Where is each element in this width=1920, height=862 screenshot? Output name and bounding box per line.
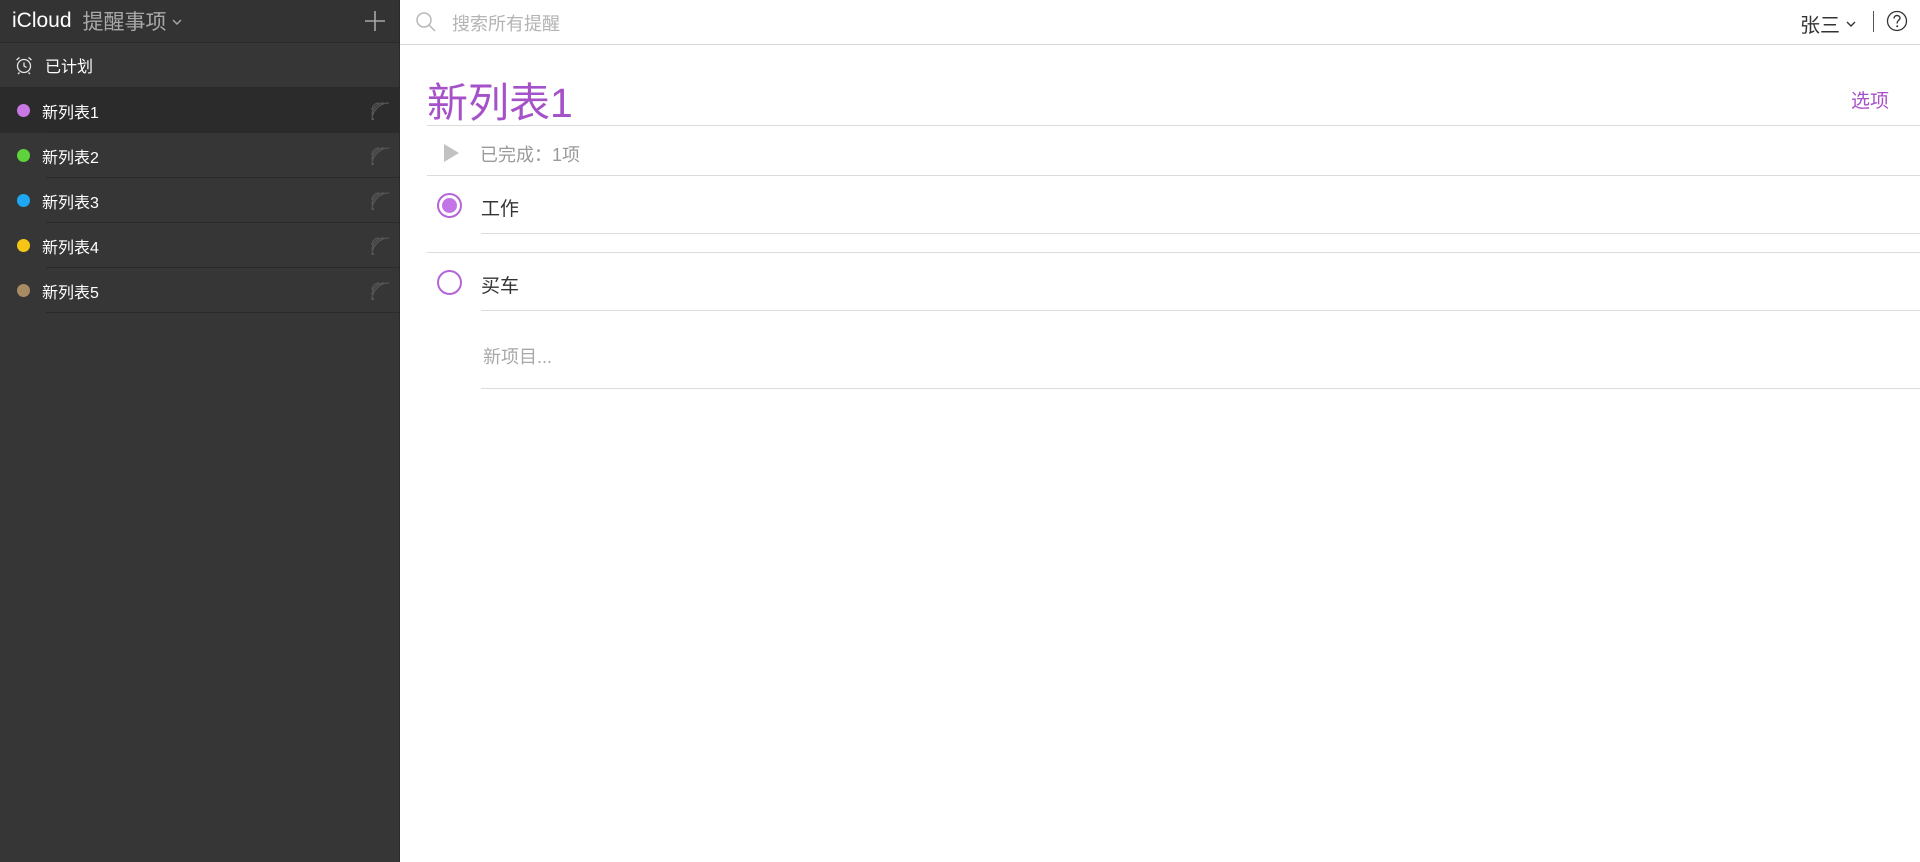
- app-name: 提醒事项: [82, 11, 167, 34]
- shared-wifi-icon[interactable]: [369, 235, 391, 257]
- reminder-checkbox[interactable]: [437, 270, 462, 295]
- sidebar-list-item[interactable]: 新列表5: [0, 268, 399, 313]
- alarm-clock-icon: [16, 57, 32, 75]
- shared-wifi-icon[interactable]: [369, 280, 391, 302]
- list-color-dot: [17, 284, 30, 297]
- top-bar: 张三: [400, 0, 1920, 45]
- reminder-item: 买车: [427, 252, 1920, 312]
- sidebar-list-item[interactable]: 新列表1: [0, 88, 399, 133]
- list-color-dot: [17, 149, 30, 162]
- user-name: 张三: [1800, 15, 1840, 37]
- search-icon: [416, 12, 436, 32]
- reminder-text[interactable]: 工作: [481, 194, 519, 221]
- sidebar-item-label: 已计划: [45, 59, 94, 76]
- sidebar-item-label: 新列表2: [42, 149, 99, 167]
- options-button[interactable]: 选项: [1851, 86, 1889, 113]
- reminder-item: 工作: [427, 175, 1920, 235]
- page-title: 新列表1: [427, 80, 573, 126]
- sidebar-list-item[interactable]: 新列表3: [0, 178, 399, 223]
- list-color-dot: [17, 239, 30, 252]
- reminder-text[interactable]: 买车: [481, 271, 519, 298]
- shared-wifi-icon[interactable]: [369, 100, 391, 122]
- sidebar-list-item[interactable]: 新列表4: [0, 223, 399, 268]
- divider: [427, 252, 1920, 253]
- topbar-divider: [1873, 11, 1874, 32]
- divider: [481, 310, 1920, 311]
- sidebar-item-label: 新列表3: [42, 194, 99, 212]
- help-icon[interactable]: [1886, 10, 1908, 32]
- icloud-brand: iCloud: [12, 9, 72, 32]
- main-content: 新列表1 选项 已完成：1项 工作买车: [400, 45, 1920, 862]
- list-color-dot: [17, 194, 30, 207]
- shared-wifi-icon[interactable]: [369, 190, 391, 212]
- divider: [481, 233, 1920, 234]
- add-list-button[interactable]: [363, 9, 387, 33]
- chevron-down-icon: [1846, 21, 1856, 27]
- sidebar-list-item[interactable]: 新列表2: [0, 133, 399, 178]
- new-item-input[interactable]: [481, 341, 1185, 373]
- user-menu[interactable]: 张三: [1800, 9, 1856, 38]
- sidebar-header: iCloud 提醒事项: [0, 0, 399, 43]
- completed-toggle[interactable]: 已完成：1项: [427, 125, 1920, 175]
- divider: [481, 388, 1920, 389]
- reminder-checkbox[interactable]: [437, 193, 462, 218]
- sidebar: iCloud 提醒事项 已计划 新列表1 新列表2 新列表3 新列表4 新列表5: [0, 0, 400, 862]
- sidebar-item-label: 新列表5: [42, 284, 99, 302]
- shared-wifi-icon[interactable]: [369, 145, 391, 167]
- divider: [46, 312, 399, 313]
- sidebar-item-scheduled[interactable]: 已计划: [0, 43, 399, 88]
- sidebar-item-label: 新列表4: [42, 239, 99, 257]
- completed-count: 已完成：1项: [480, 145, 581, 165]
- chevron-down-icon: [172, 19, 182, 25]
- sidebar-item-label: 新列表1: [42, 104, 99, 122]
- list-color-dot: [17, 104, 30, 117]
- app-switcher[interactable]: 提醒事项: [83, 6, 182, 36]
- search-input[interactable]: [450, 8, 1054, 40]
- triangle-right-icon: [444, 144, 459, 162]
